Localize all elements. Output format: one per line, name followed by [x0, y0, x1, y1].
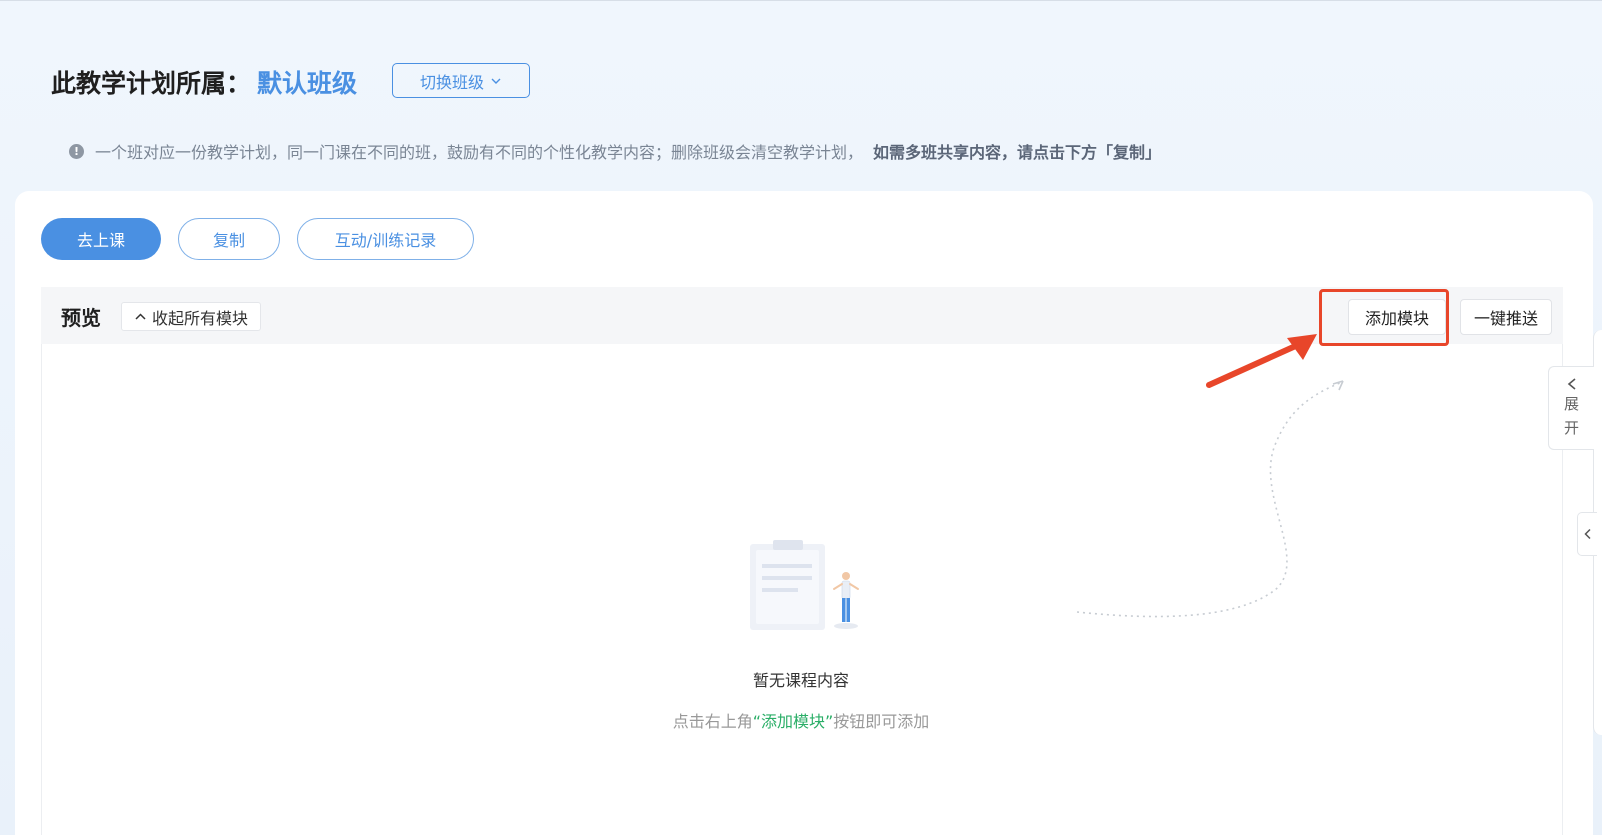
empty-state-hint: 点击右上角“添加模块”按钮即可添加 [0, 708, 1602, 732]
expand-panel-tab[interactable]: 展 开 [1548, 366, 1594, 450]
hint-before: 点击右上角 [672, 712, 753, 731]
page: 此教学计划所属： 默认班级 切换班级 ! 一个班对应一份教学计划，同一门课在不同… [0, 0, 1602, 835]
notice-text: 一个班对应一份教学计划，同一门课在不同的班，鼓励有不同的个性化教学内容；删除班级… [95, 143, 864, 162]
expand-label-top: 展 [1563, 395, 1579, 413]
exclamation-icon: ! [69, 143, 84, 159]
expand-label-bottom: 开 [1563, 419, 1579, 437]
collapse-all-label: 收起所有模块 [151, 308, 248, 328]
notice-bar: ! 一个班对应一份教学计划，同一门课在不同的班，鼓励有不同的个性化教学内容；删除… [69, 138, 1161, 164]
push-all-button[interactable]: 一键推送 [1460, 299, 1552, 335]
notice-emphasis: 如需多班共享内容，请点击下方「复制」 [873, 143, 1162, 162]
dotted-curve-decoration [1076, 380, 1344, 618]
chevron-left-small-icon [1584, 528, 1591, 540]
interaction-records-button[interactable]: 互动/训练记录 [297, 218, 474, 260]
class-name: 默认班级 [257, 69, 358, 98]
side-collapse-toggle[interactable] [1577, 512, 1597, 556]
preview-label: 预览 [61, 306, 101, 330]
collapse-all-button[interactable]: 收起所有模块 [121, 302, 261, 331]
switch-class-label: 切换班级 [419, 72, 484, 92]
empty-state-title: 暂无课程内容 [752, 671, 849, 690]
annotation-highlight-box [1319, 289, 1449, 346]
chevron-up-icon [135, 313, 146, 320]
empty-clipboard-illustration [750, 540, 859, 630]
title-prefix: 此教学计划所属： [51, 69, 252, 98]
chevron-down-icon [491, 78, 501, 84]
hint-after: 按钮即可添加 [833, 712, 930, 731]
switch-class-button[interactable]: 切换班级 [392, 63, 530, 98]
go-to-class-button[interactable]: 去上课 [41, 218, 161, 260]
page-title: 此教学计划所属： 默认班级 [51, 62, 357, 102]
top-divider [0, 0, 1602, 1]
copy-button[interactable]: 复制 [178, 218, 280, 260]
hint-add-module-link: “添加模块” [752, 712, 834, 731]
chevron-left-icon [1567, 378, 1576, 390]
